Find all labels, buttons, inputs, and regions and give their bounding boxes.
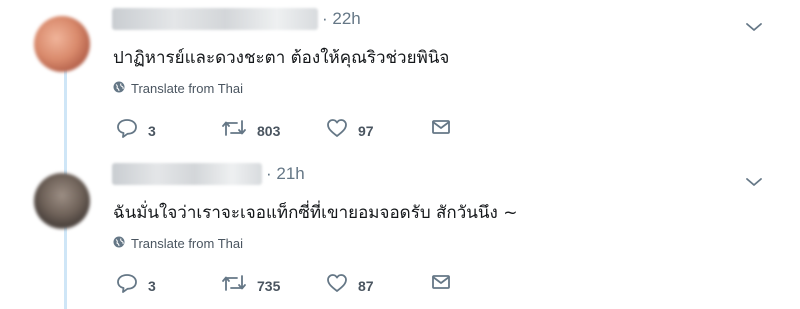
avatar[interactable]	[34, 173, 90, 229]
tweet[interactable]: · 21h ฉันมั่นใจว่าเราจะเจอแท็กซี่ที่เขาย…	[0, 155, 800, 309]
retweet-count: 803	[257, 122, 281, 139]
retweet-icon	[221, 118, 247, 143]
avatar[interactable]	[34, 16, 90, 72]
blurred-username[interactable]	[112, 8, 318, 30]
reply-count: 3	[148, 277, 156, 294]
envelope-icon	[431, 273, 451, 296]
tweet-timestamp[interactable]: · 21h	[266, 164, 305, 184]
retweet-button[interactable]: 803	[221, 118, 280, 143]
blurred-username[interactable]	[112, 163, 262, 185]
globe-icon	[113, 81, 125, 96]
reply-button[interactable]: 3	[116, 273, 156, 298]
retweet-count: 735	[257, 277, 281, 294]
translate-link[interactable]: Translate from Thai	[113, 236, 243, 251]
tweet-actions: 3 735 87	[116, 273, 456, 295]
like-count: 87	[358, 277, 374, 294]
retweet-icon	[221, 273, 247, 298]
direct-message-button[interactable]	[431, 118, 451, 141]
chevron-down-icon[interactable]	[744, 175, 764, 189]
like-count: 97	[358, 122, 374, 139]
reply-icon	[116, 273, 138, 298]
translate-label: Translate from Thai	[131, 236, 243, 251]
heart-icon	[326, 273, 348, 298]
tweet-text: ฉันมั่นใจว่าเราจะเจอแท็กซี่ที่เขายอมจอดร…	[113, 203, 518, 223]
reply-count: 3	[148, 122, 156, 139]
translate-label: Translate from Thai	[131, 81, 243, 96]
tweet-actions: 3 803 97	[116, 118, 456, 140]
reply-icon	[116, 118, 138, 143]
like-button[interactable]: 97	[326, 118, 374, 143]
chevron-down-icon[interactable]	[744, 20, 764, 34]
retweet-button[interactable]: 735	[221, 273, 280, 298]
like-button[interactable]: 87	[326, 273, 374, 298]
tweet-timestamp[interactable]: · 22h	[322, 9, 361, 29]
heart-icon	[326, 118, 348, 143]
tweet-text: ปาฏิหารย์และดวงชะตา ต้องให้คุณริวช่วยพิน…	[113, 48, 450, 68]
envelope-icon	[431, 118, 451, 141]
tweet[interactable]: · 22h ปาฏิหารย์และดวงชะตา ต้องให้คุณริวช…	[0, 0, 800, 154]
translate-link[interactable]: Translate from Thai	[113, 81, 243, 96]
globe-icon	[113, 236, 125, 251]
direct-message-button[interactable]	[431, 273, 451, 296]
reply-button[interactable]: 3	[116, 118, 156, 143]
